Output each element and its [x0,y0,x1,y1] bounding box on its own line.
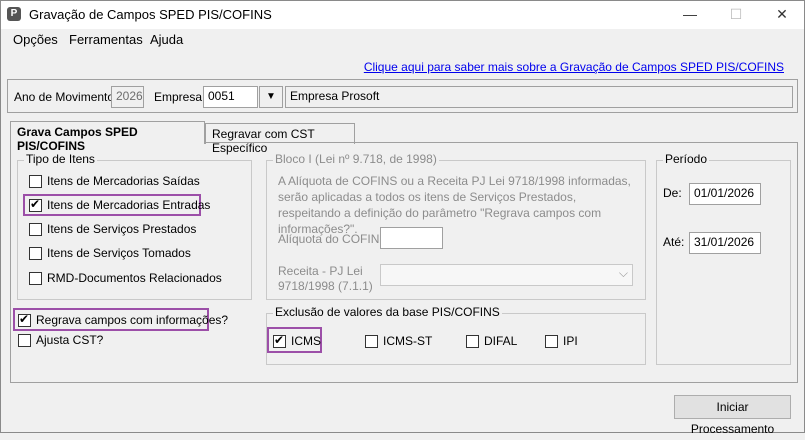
checkbox-icon [545,334,558,348]
aliquota-field[interactable] [380,227,443,249]
data-inicio-field[interactable]: 01/01/2026 [689,183,761,205]
periodo-title: Período [663,152,710,166]
check-ajusta-cst[interactable]: Ajusta CST? [18,333,103,347]
menu-ferramentas[interactable]: Ferramentas [69,32,143,47]
menu-bar: Opções Ferramentas Ajuda [1,29,804,51]
title-bar: P Gravação de Campos SPED PIS/COFINS — ☐… [1,1,804,29]
bloco-title: Bloco I (Lei nº 9.718, de 1998) [273,152,439,166]
data-fim-field[interactable]: 31/01/2026 [689,232,761,254]
empresa-dropdown-button[interactable]: ▼ [259,86,283,108]
main-window: P Gravação de Campos SPED PIS/COFINS — ☐… [0,0,805,436]
checkbox-label: Itens de Serviços Tomados [47,246,191,260]
checkbox-icon [29,222,42,236]
empresa-code-field[interactable]: 0051 [203,86,258,108]
tab-grava-campos[interactable]: Grava Campos SPED PIS/COFINS [10,121,205,153]
ano-field[interactable]: 2026 [111,86,144,108]
tab-regravar-cst[interactable]: Regravar com CST Específico [205,123,355,155]
checkbox-label: ICMS-ST [383,334,433,348]
ano-label: Ano de Movimento: [14,90,118,104]
aliquota-label: Alíquota do COFINS [278,232,388,246]
menu-ajuda[interactable]: Ajuda [150,32,183,47]
checkbox-icon [29,246,42,260]
check-mercadorias-entradas[interactable]: Itens de Mercadorias Entradas [29,197,211,212]
checkbox-icon [29,174,42,188]
check-servicos-tomados[interactable]: Itens de Serviços Tomados [29,246,191,260]
empresa-label: Empresa: [154,90,206,104]
tipo-itens-title: Tipo de Itens [24,152,97,166]
iniciar-processamento-button[interactable]: Iniciar Processamento [674,395,791,436]
menu-opcoes[interactable]: Opções [13,32,58,47]
checkbox-checked-icon [29,197,42,212]
checkbox-icon [466,334,479,348]
checkbox-label: Itens de Mercadorias Saídas [47,174,200,188]
chevron-down-icon: ⌵ [618,266,628,280]
receita-select[interactable]: ⌵ [380,264,633,286]
checkbox-label: Itens de Mercadorias Entradas [47,198,211,212]
check-regrava-campos[interactable]: Regrava campos com informações? [18,312,229,327]
close-button[interactable]: ✕ [759,1,805,29]
de-label: De: [663,186,682,200]
checkbox-label: Itens de Serviços Prestados [47,222,197,236]
checkbox-label: DIFAL [484,334,518,348]
minimize-button[interactable]: — [667,1,713,29]
checkbox-checked-icon [273,333,286,348]
ate-label: Até: [663,235,685,249]
checkbox-icon [18,333,31,347]
check-difal[interactable]: DIFAL [466,334,517,348]
check-icms-st[interactable]: ICMS-ST [365,334,432,348]
window-title: Gravação de Campos SPED PIS/COFINS [29,7,272,22]
empresa-name-field: Empresa Prosoft [285,86,793,108]
checkbox-label: IPI [563,334,578,348]
maximize-button[interactable]: ☐ [713,1,759,29]
bloco-description: A Alíquota de COFINS ou a Receita PJ Lei… [278,174,631,236]
help-link[interactable]: Clique aqui para saber mais sobre a Grav… [364,60,784,74]
checkbox-icon [29,271,42,285]
check-rmd-documentos[interactable]: RMD-Documentos Relacionados [29,271,222,285]
checkbox-label: RMD-Documentos Relacionados [47,271,222,285]
checkbox-label: ICMS [291,334,321,348]
filter-panel: Ano de Movimento: 2026 Empresa: 0051 ▼ E… [7,79,798,113]
exclusao-title: Exclusão de valores da base PIS/COFINS [273,305,502,319]
check-mercadorias-saidas[interactable]: Itens de Mercadorias Saídas [29,174,200,188]
check-ipi[interactable]: IPI [545,334,578,348]
checkbox-label: Ajusta CST? [36,333,104,347]
checkbox-icon [365,334,378,348]
receita-label: Receita - PJ Lei 9718/1998 (7.1.1) [278,264,373,293]
check-servicos-prestados[interactable]: Itens de Serviços Prestados [29,222,196,236]
app-icon: P [7,7,21,21]
checkbox-label: Regrava campos com informações? [36,313,229,327]
check-icms[interactable]: ICMS [273,333,321,348]
exclusao-group: Exclusão de valores da base PIS/COFINS [266,305,646,365]
checkbox-checked-icon [18,312,31,327]
